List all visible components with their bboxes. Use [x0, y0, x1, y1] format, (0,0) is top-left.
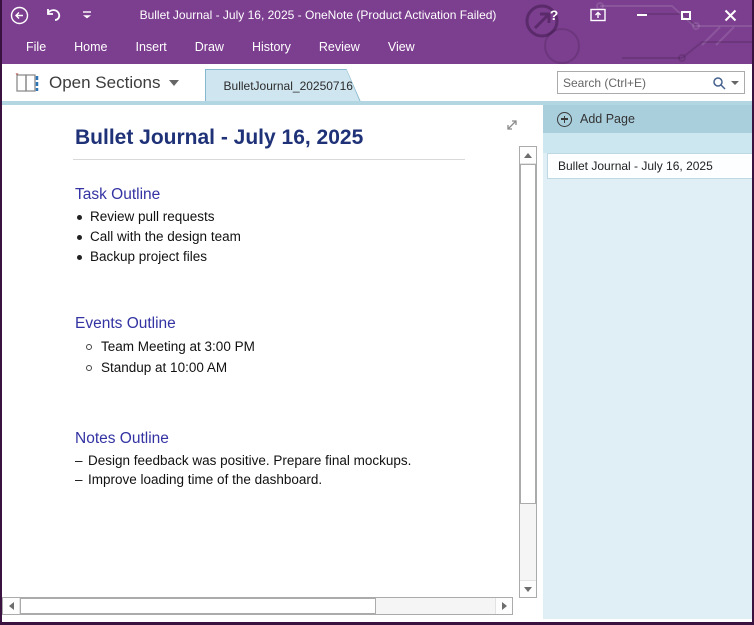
customize-quick-access-toolbar-icon: [82, 10, 92, 20]
page-list-sidebar: Add Page Bullet Journal - July 16, 2025: [543, 105, 752, 619]
scroll-left-button[interactable]: [3, 598, 20, 614]
window-title: Bullet Journal - July 16, 2025 - OneNote…: [104, 8, 532, 22]
sidebar-spacer: [543, 133, 752, 153]
task-list: Review pull requests Call with the desig…: [75, 207, 543, 267]
notes-outline-heading[interactable]: Notes Outline: [75, 430, 543, 448]
search-box: [557, 71, 745, 94]
close-button[interactable]: [708, 0, 752, 30]
events-list: Team Meeting at 3:00 PM Standup at 10:00…: [75, 336, 543, 378]
tab-insert[interactable]: Insert: [136, 40, 167, 54]
close-icon: [724, 9, 737, 22]
page-title[interactable]: Bullet Journal - July 16, 2025: [75, 126, 543, 150]
tab-home[interactable]: Home: [74, 40, 107, 54]
search-scope-dropdown-icon[interactable]: [731, 81, 739, 85]
sidebar-empty-area: [543, 179, 752, 619]
scroll-up-button[interactable]: [520, 147, 536, 164]
back-icon: [10, 6, 29, 25]
ribbon-display-options-button[interactable]: [576, 0, 620, 30]
page-item-title: Bullet Journal - July 16, 2025: [558, 159, 713, 173]
note-item[interactable]: Design feedback was positive. Prepare fi…: [75, 451, 543, 470]
open-sections-dropdown[interactable]: Open Sections: [14, 64, 179, 101]
page-list-item-selected[interactable]: Bullet Journal - July 16, 2025: [547, 153, 752, 179]
search-input[interactable]: [563, 76, 712, 90]
scroll-right-button[interactable]: [495, 598, 512, 614]
events-outline-heading[interactable]: Events Outline: [75, 315, 543, 333]
task-outline-heading[interactable]: Task Outline: [75, 186, 543, 204]
task-item[interactable]: Review pull requests: [75, 207, 543, 227]
task-item[interactable]: Call with the design team: [75, 227, 543, 247]
undo-icon: [44, 7, 62, 23]
scroll-right-icon: [502, 602, 507, 610]
tab-history[interactable]: History: [252, 40, 291, 54]
events-outline-section: Events Outline Team Meeting at 3:00 PM S…: [75, 315, 543, 378]
section-tab-active[interactable]: BulletJournal_20250716: [205, 69, 361, 101]
add-page-label: Add Page: [580, 112, 635, 126]
vertical-scrollbar-thumb[interactable]: [520, 164, 536, 504]
add-page-button[interactable]: Add Page: [543, 105, 752, 133]
notebook-icon: [14, 72, 41, 93]
event-item[interactable]: Team Meeting at 3:00 PM: [77, 336, 543, 357]
back-button[interactable]: [2, 0, 36, 30]
tab-draw[interactable]: Draw: [195, 40, 224, 54]
event-item[interactable]: Standup at 10:00 AM: [77, 357, 543, 378]
scroll-up-icon: [524, 153, 532, 158]
vertical-scrollbar[interactable]: [519, 146, 537, 598]
help-button[interactable]: ?: [532, 0, 576, 30]
section-tab-label: BulletJournal_20250716: [224, 79, 353, 93]
scroll-down-button[interactable]: [520, 580, 536, 597]
scroll-down-icon: [524, 587, 532, 592]
minimize-icon: [637, 14, 647, 16]
open-sections-label: Open Sections: [49, 73, 161, 93]
full-page-view-button[interactable]: [505, 118, 519, 132]
tab-review[interactable]: Review: [319, 40, 360, 54]
scroll-left-icon: [9, 602, 14, 610]
ribbon-tab-bar: File Home Insert Draw History Review Vie…: [2, 30, 752, 64]
maximize-icon: [681, 11, 691, 20]
minimize-button[interactable]: [620, 0, 664, 30]
maximize-button[interactable]: [664, 0, 708, 30]
task-outline-section: Task Outline Review pull requests Call w…: [75, 186, 543, 267]
help-icon: ?: [550, 7, 559, 23]
add-page-plus-icon: [557, 112, 572, 127]
section-bar: Open Sections BulletJournal_20250716: [2, 64, 752, 101]
horizontal-scrollbar[interactable]: [2, 597, 513, 615]
undo-button[interactable]: [36, 0, 70, 30]
task-item[interactable]: Backup project files: [75, 247, 543, 267]
horizontal-scrollbar-thumb[interactable]: [20, 598, 376, 614]
page-title-underline: [73, 159, 465, 160]
notes-list: Design feedback was positive. Prepare fi…: [75, 451, 543, 489]
note-item[interactable]: Improve loading time of the dashboard.: [75, 470, 543, 489]
titlebar: Bullet Journal - July 16, 2025 - OneNote…: [2, 0, 752, 30]
notes-outline-section: Notes Outline Design feedback was positi…: [75, 430, 543, 489]
search-icon[interactable]: [712, 76, 726, 90]
customize-quick-access-toolbar-button[interactable]: [70, 0, 104, 30]
note-page[interactable]: Bullet Journal - July 16, 2025 Task Outl…: [2, 105, 543, 619]
quick-access-toolbar: [2, 0, 104, 30]
chevron-down-icon: [169, 80, 179, 86]
tab-view[interactable]: View: [388, 40, 415, 54]
onenote-window: Bullet Journal - July 16, 2025 - OneNote…: [0, 0, 754, 625]
expand-diagonal-icon: [505, 118, 519, 132]
ribbon-display-options-icon: [590, 8, 606, 22]
main-area: Bullet Journal - July 16, 2025 Task Outl…: [2, 105, 752, 619]
tab-file[interactable]: File: [26, 40, 46, 54]
window-header: Bullet Journal - July 16, 2025 - OneNote…: [2, 0, 752, 64]
